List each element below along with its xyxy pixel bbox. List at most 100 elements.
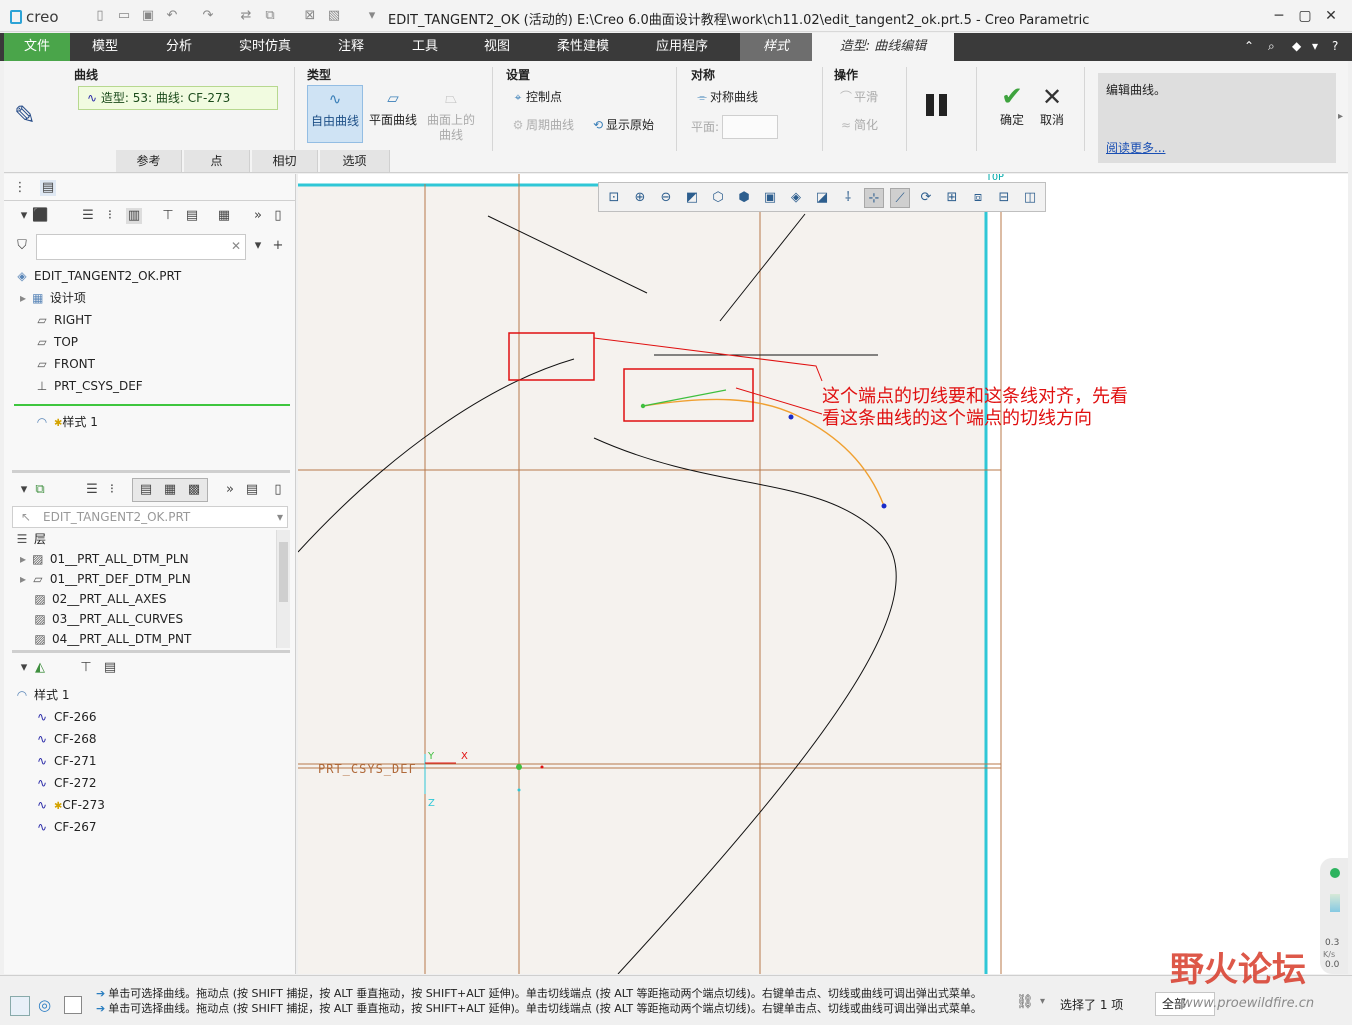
expand-icon[interactable]: ▸ — [20, 572, 30, 586]
layer-item[interactable]: ▨ 03__PRT_ALL_CURVES — [32, 608, 183, 630]
saved-orientations-icon[interactable]: ⬢ — [734, 188, 754, 208]
refit-icon[interactable]: ⊡ — [604, 188, 624, 208]
periodic-curve-toggle[interactable]: ⚙ 周期曲线 — [510, 116, 574, 134]
simplify-button[interactable]: ≈ 简化 — [838, 116, 878, 134]
datum-display-icon[interactable]: ⊹ — [864, 188, 884, 208]
new-icon[interactable]: ▯ — [92, 9, 108, 23]
style-tree-curve[interactable]: ∿ CF-271 — [34, 750, 97, 772]
cancel-button[interactable]: ✕ 取消 — [1034, 83, 1070, 128]
layer-tree-icon[interactable]: ▥ — [126, 208, 142, 224]
undo-icon[interactable]: ↶ — [164, 9, 180, 23]
pause-button[interactable] — [926, 94, 952, 116]
perspective-icon[interactable]: ◪ — [812, 188, 832, 208]
chevron-right-icon[interactable]: ▸ — [1338, 111, 1343, 122]
style-tree-columns-icon[interactable]: ▤ — [102, 660, 118, 676]
tree-item-style[interactable]: ◠ ✱样式 1 — [34, 411, 98, 433]
tree-columns-settings-icon[interactable]: ▤ — [184, 208, 200, 224]
find-icon[interactable]: ⛓ — [1016, 994, 1034, 1010]
tangent-handle[interactable] — [640, 403, 646, 409]
tab-curve-edit[interactable]: 造型: 曲线编辑 — [812, 33, 954, 61]
panel-divider[interactable] — [12, 650, 290, 653]
control-point[interactable] — [881, 503, 887, 509]
chevron-down-icon[interactable]: ▾ — [277, 507, 283, 527]
panel-divider[interactable] — [12, 470, 290, 473]
show-icon[interactable]: ☰ — [84, 482, 100, 498]
multiview-icon[interactable]: ⊟ — [994, 188, 1014, 208]
layer-toggle-icon[interactable]: ▤ — [138, 482, 154, 498]
tab-annotate[interactable]: 注释 — [318, 33, 384, 61]
tab-tools[interactable]: 工具 — [392, 33, 458, 61]
tab-applications[interactable]: 应用程序 — [642, 33, 722, 61]
reorient-icon[interactable]: ⬡ — [708, 188, 728, 208]
add-icon[interactable]: + — [270, 238, 286, 254]
layer-item[interactable]: ▸ ▨ 01__PRT_ALL_DTM_PLN — [20, 548, 189, 570]
style-tree-settings-icon[interactable]: ▾ — [16, 660, 32, 676]
navigator-toggle-icon[interactable] — [10, 996, 30, 1016]
customize-chevron-icon[interactable]: ▾ — [364, 9, 380, 23]
display-icon[interactable]: ▧ — [326, 9, 342, 23]
smooth-button[interactable]: ⌒ 平滑 — [838, 88, 878, 106]
maximize-button[interactable]: ▢ — [1292, 6, 1318, 26]
tree-item-top[interactable]: ▱ TOP — [34, 331, 78, 353]
show-icon[interactable]: ☰ — [80, 208, 96, 224]
layer-item[interactable]: ▨ 02__PRT_ALL_AXES — [32, 588, 166, 610]
expand-icon[interactable]: ▸ — [20, 291, 30, 305]
tree-columns-icon[interactable]: ⁝ — [102, 208, 118, 224]
tab-analysis[interactable]: 分析 — [146, 33, 212, 61]
regenerate-icon[interactable]: ⇄ — [238, 9, 254, 23]
style-tree-root[interactable]: ◠ 样式 1 — [14, 684, 70, 706]
layer-model-select[interactable]: ↖ EDIT_TANGENT2_OK.PRT ▾ — [12, 506, 288, 528]
tab-style[interactable]: 样式 — [740, 33, 812, 61]
redo-icon[interactable]: ↷ — [200, 9, 216, 23]
graphics-window[interactable]: Y X Z TOP PRT_CSYS_DEF 这个端点的切线要和这条线对齐，先看… — [298, 174, 1348, 974]
tab-tangent[interactable]: 相切 — [252, 150, 318, 172]
tree-settings-icon[interactable]: ▾ — [16, 208, 32, 224]
save-icon[interactable]: ▣ — [140, 9, 156, 23]
free-curve-button[interactable]: ∿ 自由曲线 — [307, 85, 363, 143]
model-tree-tab-icon[interactable]: ⋮ — [12, 180, 28, 196]
active-plane-icon[interactable]: ⧈ — [968, 188, 988, 208]
style-tree-curve[interactable]: ∿ CF-267 — [34, 816, 97, 838]
more-icon[interactable]: » — [222, 482, 238, 498]
style-tree-curve[interactable]: ∿ CF-268 — [34, 728, 97, 750]
search-dropdown-icon[interactable]: ▾ — [250, 238, 266, 254]
style-tree-curve-active[interactable]: ∿ ✱CF-273 — [34, 794, 105, 816]
symmetric-curve-toggle[interactable]: ⌯ 对称曲线 — [694, 88, 758, 106]
read-more-link[interactable]: 阅读更多... — [1106, 139, 1165, 156]
layer-item[interactable]: ▸ ▱ 01__PRT_DEF_DTM_PLN — [20, 568, 191, 590]
find-dropdown-icon[interactable]: ▾ — [1040, 996, 1045, 1007]
ok-button[interactable]: ✔ 确定 — [994, 83, 1030, 128]
minimize-button[interactable]: ─ — [1266, 6, 1292, 26]
control-points-toggle[interactable]: ⌖ 控制点 — [510, 88, 562, 106]
tree-item-csys[interactable]: ⊥ PRT_CSYS_DEF — [34, 375, 143, 397]
browser-toggle-icon[interactable]: ◎ — [38, 996, 51, 1014]
search-icon[interactable]: ⌕ — [1268, 39, 1275, 54]
layer-item[interactable]: ▨ 04__PRT_ALL_DTM_PNT — [32, 628, 191, 650]
tree-print-icon[interactable]: ▯ — [270, 208, 286, 224]
dropdown-icon[interactable]: ▾ — [1312, 39, 1318, 53]
more-icon[interactable]: » — [250, 208, 266, 224]
planar-curve-button[interactable]: ⏥ 平面曲线 — [365, 85, 421, 143]
graphics-canvas[interactable]: Y X Z — [298, 174, 1348, 974]
tab-options[interactable]: 选项 — [320, 150, 390, 172]
expand-icon[interactable]: ▸ — [20, 552, 30, 566]
scrollbar-thumb[interactable] — [279, 542, 288, 602]
tree-root[interactable]: ◈ EDIT_TANGENT2_OK.PRT — [14, 265, 181, 287]
layer-columns-icon[interactable]: ⁝ — [104, 482, 120, 498]
grid-icon[interactable]: ⊞ — [942, 188, 962, 208]
collapse-ribbon-icon[interactable]: ⌃ — [1244, 39, 1254, 53]
clear-icon[interactable]: ✕ — [231, 239, 241, 253]
style-tree-filter-icon[interactable]: ⊤ — [78, 660, 94, 676]
tree-filter-icon[interactable]: ⊤ — [160, 208, 176, 224]
zoom-in-icon[interactable]: ⊕ — [630, 188, 650, 208]
tab-model[interactable]: 模型 — [72, 33, 138, 61]
tree-item-front[interactable]: ▱ FRONT — [34, 353, 95, 375]
tab-references[interactable]: 参考 — [116, 150, 182, 172]
layer-scrollbar[interactable] — [276, 530, 290, 648]
curve-collector[interactable]: ∿ 造型: 53: 曲线: CF-273 — [78, 86, 278, 110]
symmetry-plane-field[interactable] — [722, 115, 778, 139]
insert-indicator[interactable] — [14, 404, 290, 406]
layer-isolate-icon[interactable]: ▩ — [186, 482, 202, 498]
repaint-icon[interactable]: ◩ — [682, 188, 702, 208]
help-icon[interactable]: ? — [1332, 39, 1338, 53]
